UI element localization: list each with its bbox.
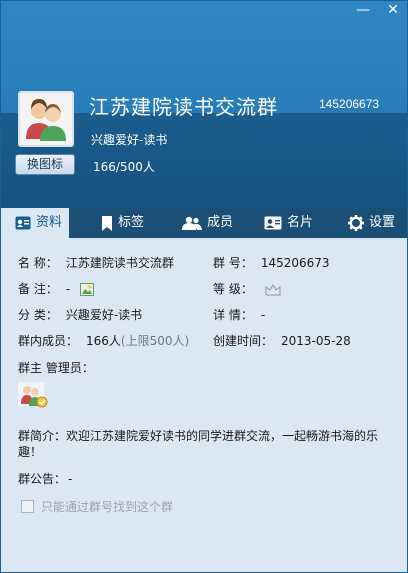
tab-settings[interactable]: 设置 xyxy=(348,208,395,238)
detail-label: 详 情： xyxy=(213,308,253,322)
bookmark-icon xyxy=(102,215,112,231)
search-by-id-only-checkbox[interactable] xyxy=(21,500,34,513)
members-label: 群内成员： xyxy=(18,334,79,348)
group-info-window: — ✕ 换图标 江苏建院读书交流群 145206673 兴趣爱好-读书 166/… xyxy=(0,0,408,573)
change-icon-button[interactable]: 换图标 xyxy=(15,154,75,175)
name-value: 江苏建院读书交流群 xyxy=(65,256,174,270)
tab-profile-label: 资料 xyxy=(36,215,63,230)
minimize-button[interactable]: — xyxy=(349,1,377,21)
members-value: 166人 xyxy=(86,334,121,348)
level-row: 等 级： xyxy=(213,280,281,297)
created-label: 创建时间： xyxy=(213,334,274,348)
name-label: 名 称： xyxy=(18,256,58,270)
header: — ✕ 换图标 江苏建院读书交流群 145206673 兴趣爱好-读书 166/… xyxy=(1,1,407,208)
class-value: 兴趣爱好-读书 xyxy=(65,308,143,322)
tab-members[interactable]: 成员 xyxy=(182,208,233,238)
intro-row: 群简介：欢迎江苏建院爱好读书的同学进群交流，一起畅游书海的乐趣！ xyxy=(18,428,394,460)
created-value: 2013-05-28 xyxy=(281,334,351,348)
tab-settings-label: 设置 xyxy=(369,215,396,230)
intro-value: 欢迎江苏建院爱好读书的同学进群交流，一起畅游书海的乐趣！ xyxy=(18,429,379,459)
group-avatar-icon xyxy=(26,99,66,141)
number-row: 群 号： 145206673 xyxy=(213,254,330,271)
search-by-id-only-label: 只能通过群号找到这个群 xyxy=(41,500,174,514)
tab-bar: 资料 标签 成员 名片 设置 xyxy=(1,208,407,238)
member-count: 166/500人 xyxy=(93,160,155,174)
crown-icon xyxy=(265,283,281,295)
class-row: 分 类： 兴趣爱好-读书 xyxy=(18,306,142,323)
group-id-label: 145206673 xyxy=(319,97,380,111)
profile-panel: 名 称： 江苏建院读书交流群 群 号： 145206673 备 注： - 等 级： 分… xyxy=(1,238,407,572)
number-label: 群 号： xyxy=(213,256,253,270)
admins-row: 群主 管理员： xyxy=(18,359,94,376)
tab-tags-label: 标签 xyxy=(118,215,145,230)
remark-row: 备 注： - xyxy=(18,280,94,297)
tab-members-label: 成员 xyxy=(207,215,234,230)
detail-row: 详 情： - xyxy=(213,306,265,323)
notice-row: 群公告： - xyxy=(18,470,72,487)
tab-profile[interactable]: 资料 xyxy=(1,208,69,238)
members-limit: (上限500人) xyxy=(120,334,190,348)
created-row: 创建时间： 2013-05-28 xyxy=(213,332,351,349)
intro-label: 群简介： xyxy=(18,429,67,443)
notice-value: - xyxy=(68,472,73,486)
edit-remark-icon[interactable] xyxy=(80,283,94,296)
level-label: 等 级： xyxy=(213,282,253,296)
remark-value: - xyxy=(65,282,71,296)
namecard-icon xyxy=(264,216,282,230)
tab-namecard-label: 名片 xyxy=(287,215,314,230)
owner-avatar-icon xyxy=(18,382,48,408)
group-name-title: 江苏建院读书交流群 xyxy=(89,95,278,119)
gear-icon xyxy=(348,215,364,231)
tab-namecard[interactable]: 名片 xyxy=(264,208,313,238)
members-icon xyxy=(182,216,202,230)
members-row: 群内成员： 166人(上限500人) xyxy=(18,332,189,349)
close-button[interactable]: ✕ xyxy=(379,1,407,21)
owner-avatar[interactable] xyxy=(18,382,48,408)
detail-value: - xyxy=(260,308,266,322)
profile-card-icon xyxy=(15,216,31,230)
group-avatar[interactable] xyxy=(18,91,74,147)
class-label: 分 类： xyxy=(18,308,58,322)
remark-label: 备 注： xyxy=(18,282,58,296)
number-value: 145206673 xyxy=(260,256,330,270)
notice-label: 群公告： xyxy=(18,472,67,486)
tab-tags[interactable]: 标签 xyxy=(101,208,144,238)
group-category: 兴趣爱好-读书 xyxy=(91,133,168,147)
admins-label: 群主 管理员： xyxy=(18,361,94,375)
name-row: 名 称： 江苏建院读书交流群 xyxy=(18,254,174,271)
